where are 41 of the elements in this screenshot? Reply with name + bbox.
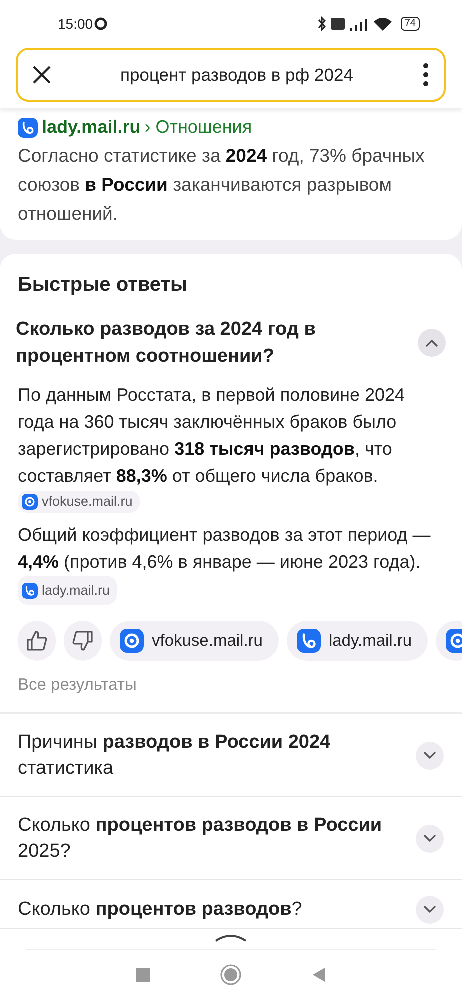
expand-button[interactable] [416, 824, 444, 853]
thumbs-down-button[interactable] [64, 621, 102, 661]
drawer-handle-icon[interactable] [214, 933, 248, 943]
menu-button[interactable] [422, 62, 430, 88]
recents-icon[interactable] [134, 967, 151, 983]
thumbs-down-icon [72, 630, 94, 652]
breadcrumb-link[interactable]: › Отношения [144, 114, 252, 141]
collapse-button[interactable] [418, 329, 446, 357]
chevron-down-icon [424, 906, 436, 914]
target-icon [22, 494, 38, 510]
result-snippet: Согласно статистике за 2024 год, 73% брачных союзов в России заканчиваются разрывом отношений. [18, 144, 426, 226]
source-chip[interactable]: lady.mail.ru [286, 621, 428, 661]
expand-button[interactable] [416, 742, 444, 770]
thumbs-up-icon [26, 630, 48, 652]
chevron-down-icon [424, 752, 436, 760]
search-field[interactable]: процент разводов в рф 2024 [16, 48, 446, 102]
question-heading: Сколько разводов за 2024 год в процентном соотношении? [16, 318, 317, 369]
target-icon [120, 629, 144, 653]
expand-button[interactable] [416, 896, 444, 924]
wifi-icon [372, 16, 393, 32]
bluetooth-icon [316, 16, 327, 32]
site-link[interactable]: lady.mail.ru [42, 114, 141, 141]
home-icon[interactable] [220, 964, 242, 986]
answer-text: Общий коэффициент разводов за этот период — 4,4% (против 4,6% в январе — июне 2023 года). lady.mail.ru [18, 522, 444, 605]
signal-icon [348, 17, 369, 31]
related-question[interactable]: Сколько процентов разводов в России 2025? [18, 812, 406, 865]
section-title: Быстрые ответы [18, 273, 189, 298]
source-chip[interactable]: vfokuse.mail.ru [110, 621, 279, 661]
back-icon[interactable] [311, 967, 328, 983]
clock-time: 15:00 [58, 14, 94, 34]
answer-text: По данным Росстата, в первой половине 2024 года на 360 тысяч заключённых браков было зарегистрировано 318 тысяч разводов, что составляет 88,3% от общего числа браков. [18, 384, 406, 488]
source-link[interactable]: lady.mail.ru [18, 576, 118, 605]
source-link[interactable]: vfokuse.mail.ru [18, 490, 140, 513]
chevron-down-icon [424, 835, 436, 842]
close-button[interactable] [32, 65, 52, 85]
thumbs-up-button[interactable] [18, 621, 56, 661]
battery-indicator: 74 [400, 17, 420, 31]
chevron-up-icon [426, 340, 438, 346]
ring-icon [93, 16, 110, 32]
related-question[interactable]: Причины разводов в России 2024 статистика [18, 730, 406, 782]
related-question[interactable]: Сколько процентов разводов? [18, 896, 406, 923]
